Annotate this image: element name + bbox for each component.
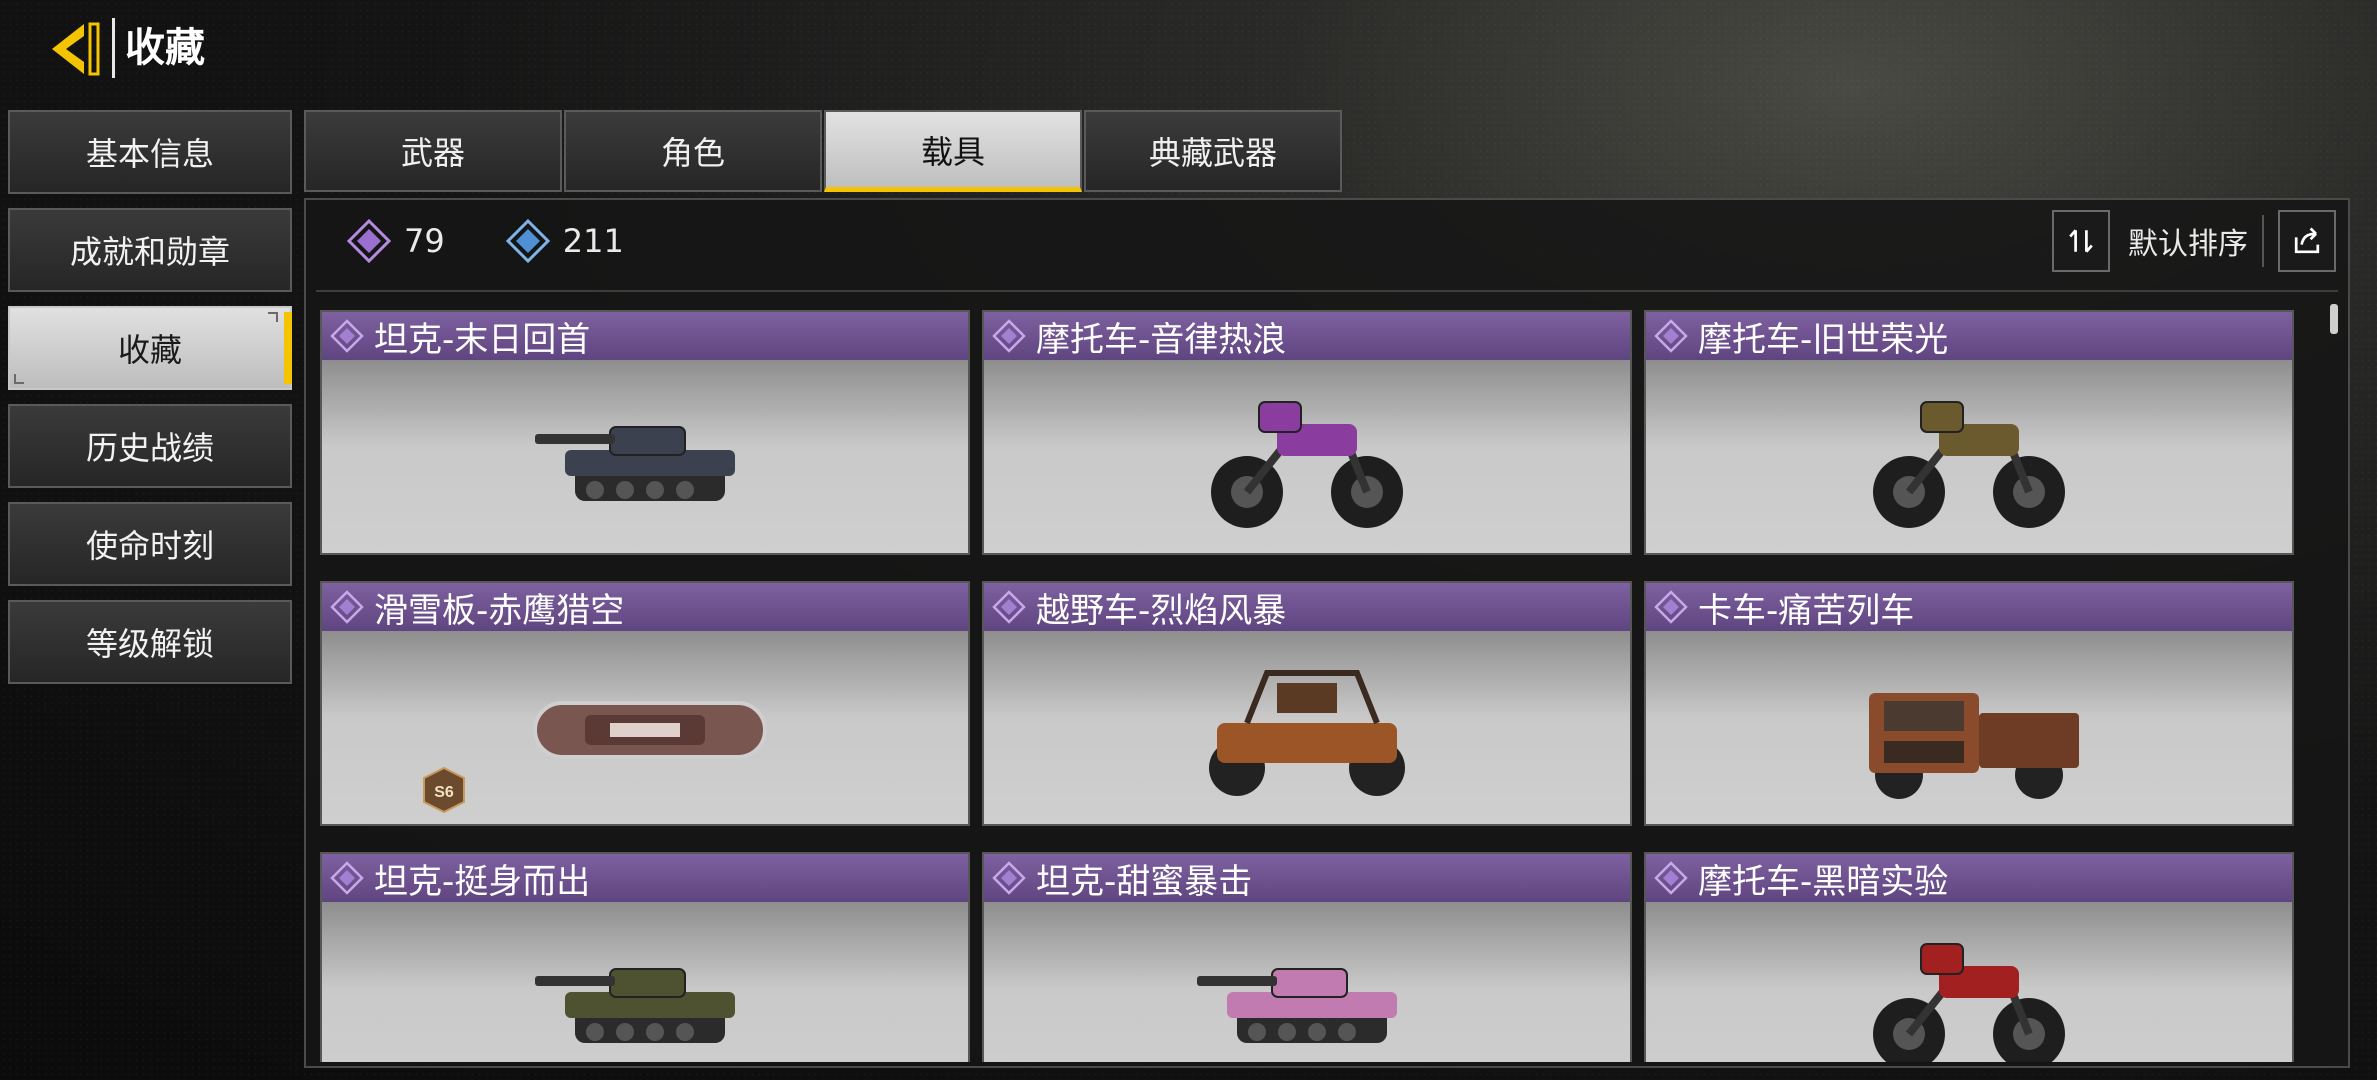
sidebar-item-level-unlock[interactable]: 等级解锁 (8, 600, 292, 684)
sidebar-item-label: 基本信息 (85, 135, 214, 173)
season-badge-label: S6 (434, 784, 454, 801)
card-header: 摩托车-黑暗实验 (1646, 854, 2292, 902)
collection-panel: 79 211 默认排序 坦克-末日回首 摩托车-音律热浪 摩托车-旧世荣光 滑雪… (304, 198, 2350, 1068)
sidebar-item-label: 收藏 (117, 331, 182, 369)
card-header: 坦克-末日回首 (322, 312, 968, 360)
motorcycle-image (1211, 400, 1403, 528)
vehicle-name: 坦克-挺身而出 (374, 861, 591, 902)
vehicle-card[interactable]: 滑雪板-赤鹰猎空 S6 (320, 581, 970, 826)
sidebar-item-collection[interactable]: 收藏 (8, 306, 292, 390)
vehicle-preview (984, 360, 1630, 553)
motorcycle-image (1873, 942, 2065, 1062)
vehicle-preview (1646, 360, 2292, 553)
vehicle-preview (1646, 631, 2292, 824)
vehicle-preview (322, 902, 968, 1062)
card-header: 摩托车-音律热浪 (984, 312, 1630, 360)
tank-image (535, 967, 735, 1043)
tab-vehicles[interactable]: 载具 (824, 110, 1082, 192)
rarity-stats: 79 211 (346, 218, 624, 264)
snowboard-image (533, 700, 767, 759)
motorcycle-image (1873, 400, 2065, 528)
purple-rarity-stat: 79 (346, 218, 445, 264)
rarity-diamond-icon (992, 590, 1026, 624)
sidebar-item-label: 等级解锁 (85, 625, 214, 663)
card-header: 卡车-痛苦列车 (1646, 583, 2292, 631)
vehicle-preview (322, 360, 968, 553)
vehicle-card[interactable]: 摩托车-音律热浪 (982, 310, 1632, 555)
scrollbar[interactable] (2330, 304, 2338, 1054)
sidebar-item-label: 成就和勋章 (69, 233, 230, 271)
vehicle-name: 坦克-末日回首 (374, 319, 591, 360)
share-icon (2294, 227, 2320, 254)
back-arrow-icon (52, 22, 100, 76)
vehicle-name: 摩托车-音律热浪 (1036, 319, 1287, 360)
blue-count: 211 (562, 222, 624, 260)
sidebar-item-label: 使命时刻 (85, 527, 214, 565)
card-header: 坦克-甜蜜暴击 (984, 854, 1630, 902)
header-divider (316, 290, 2338, 292)
tab-characters[interactable]: 角色 (564, 110, 822, 192)
vehicle-card[interactable]: 摩托车-旧世荣光 (1644, 310, 2294, 555)
vehicle-preview (984, 631, 1630, 824)
rarity-diamond-icon (330, 590, 364, 624)
vehicle-card[interactable]: 坦克-挺身而出 (320, 852, 970, 1062)
vehicle-card[interactable]: 坦克-末日回首 (320, 310, 970, 555)
buggy-image (1209, 669, 1405, 796)
purple-diamond-icon (346, 218, 392, 264)
truck-image (1869, 692, 2079, 799)
vehicle-name: 摩托车-黑暗实验 (1698, 861, 1949, 902)
vehicle-card[interactable]: 卡车-痛苦列车 (1644, 581, 2294, 826)
share-button[interactable] (2278, 210, 2336, 272)
card-header: 滑雪板-赤鹰猎空 (322, 583, 968, 631)
sidebar-item-history[interactable]: 历史战绩 (8, 404, 292, 488)
page-title: 收藏 (112, 18, 205, 78)
purple-count: 79 (404, 222, 445, 260)
vehicle-preview: S6 (322, 631, 968, 824)
vehicle-preview (984, 902, 1630, 1062)
sidebar-item-mission-moments[interactable]: 使命时刻 (8, 502, 292, 586)
blue-diamond-icon (505, 218, 550, 264)
vehicle-name: 越野车-烈焰风暴 (1036, 590, 1287, 631)
vehicle-card[interactable]: 越野车-烈焰风暴 (982, 581, 1632, 826)
tab-collector-weapons[interactable]: 典藏武器 (1084, 110, 1342, 192)
corner-decoration (14, 374, 24, 384)
vehicle-name: 摩托车-旧世荣光 (1698, 319, 1949, 360)
tab-weapons[interactable]: 武器 (304, 110, 562, 192)
sidebar-item-achievements[interactable]: 成就和勋章 (8, 208, 292, 292)
sidebar-item-label: 历史战绩 (85, 429, 214, 467)
sidebar-item-basic-info[interactable]: 基本信息 (8, 110, 292, 194)
sort-arrows-icon (2069, 229, 2093, 253)
card-header: 越野车-烈焰风暴 (984, 583, 1630, 631)
category-tabs: 武器 角色 载具 典藏武器 (304, 110, 1344, 192)
card-header: 坦克-挺身而出 (322, 854, 968, 902)
vehicle-name: 坦克-甜蜜暴击 (1036, 861, 1253, 902)
vehicle-card[interactable]: 坦克-甜蜜暴击 (982, 852, 1632, 1062)
back-button[interactable] (40, 14, 110, 84)
corner-decoration (268, 312, 278, 322)
rarity-diamond-icon (330, 319, 364, 353)
blue-rarity-stat: 211 (505, 218, 624, 264)
vehicle-preview (1646, 902, 2292, 1062)
card-header: 摩托车-旧世荣光 (1646, 312, 2292, 360)
toolbar: 默认排序 (2052, 210, 2336, 272)
sort-dropdown-label[interactable]: 默认排序 (2128, 219, 2248, 263)
vehicle-name: 卡车-痛苦列车 (1698, 590, 1915, 631)
vehicle-grid: 坦克-末日回首 摩托车-音律热浪 摩托车-旧世荣光 滑雪板-赤鹰猎空 S6 越野… (320, 310, 2315, 1062)
vehicle-name: 滑雪板-赤鹰猎空 (374, 590, 625, 631)
rarity-diamond-icon (1654, 861, 1688, 895)
season-badge-icon: S6 (423, 766, 465, 814)
tank-image (1197, 967, 1397, 1043)
rarity-diamond-icon (992, 861, 1026, 895)
toolbar-divider (2262, 215, 2264, 267)
scrollbar-thumb[interactable] (2330, 304, 2338, 334)
sidebar: 基本信息 成就和勋章 收藏 历史战绩 使命时刻 等级解锁 (8, 110, 292, 698)
rarity-diamond-icon (1654, 590, 1688, 624)
rarity-diamond-icon (330, 861, 364, 895)
rarity-diamond-icon (1654, 319, 1688, 353)
rarity-diamond-icon (992, 319, 1026, 353)
tank-image (535, 425, 735, 501)
sort-toggle-button[interactable] (2052, 210, 2110, 272)
vehicle-card[interactable]: 摩托车-黑暗实验 (1644, 852, 2294, 1062)
